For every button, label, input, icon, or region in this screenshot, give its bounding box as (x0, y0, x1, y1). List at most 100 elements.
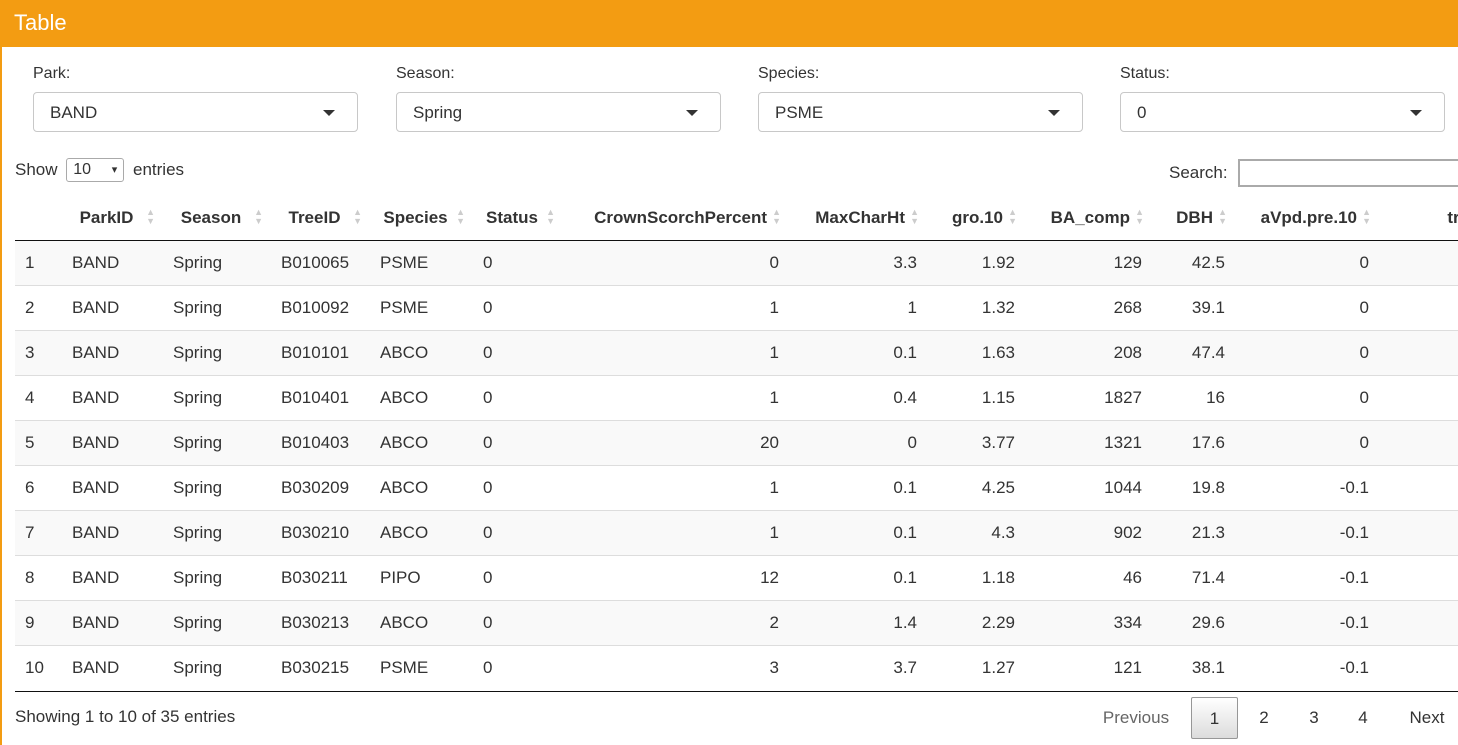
column-header-species[interactable]: Species ▲ ▼ (370, 196, 473, 241)
chevron-down-icon (686, 110, 698, 116)
sort-icon: ▲ ▼ (1218, 207, 1227, 226)
table-row[interactable]: 9 BAND Spring B030213 ABCO 0 2 1.4 2.29 334 29.6 -0… (15, 600, 1458, 646)
cell-dbh: 38.1 (1152, 645, 1235, 690)
cell-maxcharht: 1 (789, 285, 927, 331)
cell-ba-comp: 1321 (1025, 420, 1152, 466)
cell-status: 0 (473, 240, 563, 286)
cell-ba-comp: 46 (1025, 555, 1152, 601)
species-select-value: PSME (775, 103, 824, 122)
cell-trnd2: -0 (1379, 330, 1458, 376)
table-row[interactable]: 8 BAND Spring B030211 PIPO 0 12 0.1 1.18 46 71.4 -0… (15, 555, 1458, 601)
cell-gro10: 1.27 (927, 645, 1025, 690)
column-header-treeid[interactable]: TreeID ▲ ▼ (271, 196, 370, 241)
park-filter: Park: BAND (33, 62, 358, 132)
sort-icon: ▲ ▼ (353, 207, 362, 226)
cell-trnd2: -0 (1379, 375, 1458, 421)
cell-trnd2: -0 (1379, 645, 1458, 690)
cell-ba-comp: 121 (1025, 645, 1152, 690)
column-header-status[interactable]: Status ▲ ▼ (473, 196, 563, 241)
cell-dbh: 21.3 (1152, 510, 1235, 556)
cell-trnd2: 0 (1379, 600, 1458, 646)
table-row[interactable]: 10 BAND Spring B030215 PSME 0 3 3.7 1.27 121 38.1-… (15, 645, 1458, 690)
season-filter: Season: Spring (396, 62, 721, 132)
table-row[interactable]: 1BANDSpringB010065PSME003.31.9212942.50-… (15, 240, 1458, 286)
table-row[interactable]: 3BANDSpringB010101ABCO010.11.6320847.40-… (15, 330, 1458, 376)
cell-maxcharht: 1.4 (789, 600, 927, 646)
cell-trnd2: 0 (1379, 420, 1458, 466)
column-header-index (15, 196, 62, 241)
cell-status: 0 (473, 330, 563, 376)
sort-icon: ▲ ▼ (146, 207, 155, 226)
cell-dbh: 47.4 (1152, 330, 1235, 376)
column-header-avpd-pre10[interactable]: aVpd.pre.10 ▲ ▼ (1235, 196, 1379, 241)
page-button-2[interactable]: 2 (1244, 697, 1284, 739)
data-table-container: ParkID ▲ ▼ Season ▲ ▼ TreeID ▲ ▼ Species ▲ ▼ Sta… (15, 196, 1458, 692)
next-button[interactable]: Next (1396, 697, 1458, 739)
status-select[interactable]: 0 (1120, 92, 1445, 132)
cell-treeid: B030213 (271, 600, 370, 646)
left-accent-strip (0, 0, 2, 745)
park-filter-label: Park: (33, 65, 71, 82)
table-row[interactable]: 7 BAND Spring B030210 ABCO 0 1 0.1 4.3 902 21.3 -0.… (15, 510, 1458, 556)
cell-species: ABCO (370, 420, 473, 466)
cell-avpd-pre10: -0.1 (1235, 555, 1379, 601)
entries-per-page-select[interactable]: 10 ▾ (66, 158, 125, 182)
season-select[interactable]: Spring (396, 92, 721, 132)
cell-species: PSME (370, 285, 473, 331)
cell-ba-comp: 902 (1025, 510, 1152, 556)
cell-species: PSME (370, 240, 473, 286)
cell-crownscorchpercent: 3 (563, 645, 789, 690)
sort-icon: ▲ ▼ (1135, 207, 1144, 226)
column-header-gro10[interactable]: gro.10 ▲ ▼ (927, 196, 1025, 241)
dropdown-arrow-icon: ▾ (111, 164, 118, 176)
table-row[interactable]: 4BANDSpringB010401ABCO010.41.151827160-0 (15, 375, 1458, 421)
cell-ba-comp: 1827 (1025, 375, 1152, 421)
cell-gro10: 1.92 (927, 240, 1025, 286)
previous-button[interactable]: Previous (1090, 697, 1182, 739)
cell-avpd-pre10: 0 (1235, 420, 1379, 466)
page-button-3[interactable]: 3 (1294, 697, 1334, 739)
cell-treeid: B030210 (271, 510, 370, 556)
cell-avpd-pre10: -0.1 (1235, 510, 1379, 556)
park-select[interactable]: BAND (33, 92, 358, 132)
cell-maxcharht: 0.1 (789, 330, 927, 376)
column-header-season[interactable]: Season ▲ ▼ (163, 196, 271, 241)
cell-gro10: 1.63 (927, 330, 1025, 376)
page-button-1[interactable]: 1 (1191, 697, 1238, 739)
length-suffix: entries (133, 160, 185, 179)
column-header-ba-comp[interactable]: BA_comp ▲ ▼ (1025, 196, 1152, 241)
chevron-down-icon (323, 110, 335, 116)
cell-species: PSME (370, 645, 473, 690)
column-header-trnd2[interactable]: trnd.2▲▼ (1379, 196, 1458, 241)
sort-icon: ▲ ▼ (546, 207, 555, 226)
cell-dbh: 71.4 (1152, 555, 1235, 601)
column-header-dbh[interactable]: DBH ▲ ▼ (1152, 196, 1235, 241)
cell-avpd-pre10: -0.1 (1235, 645, 1379, 690)
column-header-crownscorchpercent[interactable]: CrownScorchPercent ▲ ▼ (563, 196, 789, 241)
cell-row-index: 9 (15, 600, 62, 646)
cell-parkid: BAND (62, 645, 163, 690)
column-header-parkid[interactable]: ParkID ▲ ▼ (62, 196, 163, 241)
table-header-row: ParkID ▲ ▼ Season ▲ ▼ TreeID ▲ ▼ Species ▲ ▼ Sta… (15, 196, 1458, 241)
table-row[interactable]: 2BANDSpringB010092PSME0111.3226839.10-0 (15, 285, 1458, 331)
cell-treeid: B010101 (271, 330, 370, 376)
table-info: Showing 1 to 10 of 35 entries (15, 707, 236, 726)
table-row[interactable]: 5BANDSpringB010403ABCO02003.77132117.600 (15, 420, 1458, 466)
search-input[interactable] (1238, 159, 1458, 187)
park-select-value: BAND (50, 103, 98, 122)
cell-row-index: 2 (15, 285, 62, 331)
cell-dbh: 16 (1152, 375, 1235, 421)
table-body: 1BANDSpringB010065PSME003.31.9212942.50-… (15, 240, 1458, 690)
cell-crownscorchpercent: 1 (563, 465, 789, 511)
cell-row-index: 7 (15, 510, 62, 556)
column-header-maxcharht[interactable]: MaxCharHt ▲ ▼ (789, 196, 927, 241)
page-button-4[interactable]: 4 (1343, 697, 1383, 739)
cell-treeid: B030215 (271, 645, 370, 690)
entries-per-page-value: 10 (73, 161, 92, 178)
cell-status: 0 (473, 510, 563, 556)
cell-dbh: 42.5 (1152, 240, 1235, 286)
table-row[interactable]: 6 BAND Spring B030209 ABCO 0 1 0.1 4.25 1044 19.8-… (15, 465, 1458, 511)
cell-season: Spring (163, 330, 271, 376)
cell-row-index: 8 (15, 555, 62, 601)
species-select[interactable]: PSME (758, 92, 1083, 132)
